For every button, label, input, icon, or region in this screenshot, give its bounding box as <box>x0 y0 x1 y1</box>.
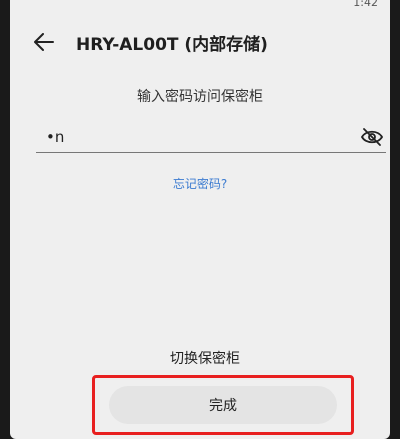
toggle-visibility-button[interactable] <box>360 126 384 148</box>
status-time: 1:42 <box>353 0 378 9</box>
forgot-password-link[interactable]: 忘记密码? <box>10 175 390 192</box>
back-button[interactable] <box>28 26 60 58</box>
password-input[interactable] <box>36 122 336 152</box>
eye-off-icon <box>361 128 383 146</box>
highlight-box: 完成 <box>92 375 354 435</box>
phone-screen: 1:42 HRY-AL00T (内部存储) 输入密码访问保密柜 忘记密码? 切换… <box>10 0 390 439</box>
password-underline <box>36 152 386 153</box>
password-field-row <box>36 122 386 154</box>
app-bar: HRY-AL00T (内部存储) <box>10 22 390 62</box>
password-prompt: 输入密码访问保密柜 <box>137 89 263 105</box>
done-button[interactable]: 完成 <box>109 386 337 424</box>
arrow-left-icon <box>34 33 54 51</box>
page-title: HRY-AL00T (内部存储) <box>76 35 268 55</box>
switch-safe-button[interactable]: 切换保密柜 <box>120 340 290 376</box>
